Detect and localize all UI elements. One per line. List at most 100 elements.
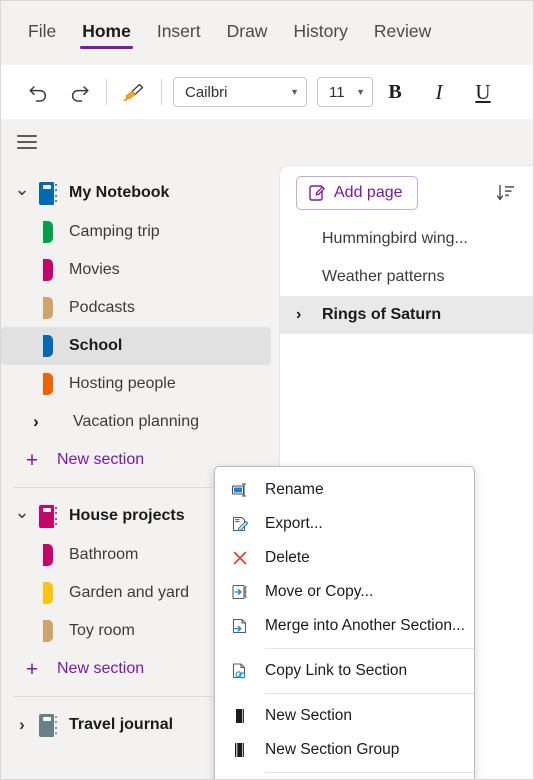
hamburger-menu-icon bbox=[17, 141, 37, 143]
tab-draw[interactable]: Draw bbox=[214, 15, 281, 51]
page-item-rings-of-saturn[interactable]: › Rings of Saturn bbox=[280, 296, 533, 334]
section-name: Camping trip bbox=[69, 223, 160, 240]
section-name: Movies bbox=[69, 261, 120, 278]
menu-item-new-section-group[interactable]: New Section Group bbox=[215, 733, 474, 767]
chevron-right-icon: › bbox=[33, 412, 39, 431]
add-page-button[interactable]: Add page bbox=[296, 176, 418, 210]
section-color-tab bbox=[43, 259, 53, 281]
page-name: Rings of Saturn bbox=[322, 306, 442, 323]
menu-separator bbox=[265, 693, 474, 694]
notebook-group: ⌄ My Notebook Camping trip Movies Podcasts Sc… bbox=[1, 173, 279, 479]
section-item-movies[interactable]: Movies bbox=[1, 251, 271, 289]
undo-icon bbox=[29, 86, 47, 102]
copy-link-icon bbox=[229, 660, 251, 682]
tab-home[interactable]: Home bbox=[69, 15, 144, 51]
tab-history[interactable]: History bbox=[280, 15, 360, 51]
ribbon-toolbar: Cailbri ▼ 11 ▼ B I U bbox=[1, 65, 533, 119]
section-name: Toy room bbox=[69, 622, 135, 639]
menu-item-copy-link-to-section[interactable]: Copy Link to Section bbox=[215, 654, 474, 688]
menu-item-label: Merge into Another Section... bbox=[265, 617, 465, 634]
font-family-select[interactable]: Cailbri ▼ bbox=[173, 77, 307, 107]
section-color-tab bbox=[43, 373, 53, 395]
section-name: Bathroom bbox=[69, 546, 139, 563]
chevron-right-icon: › bbox=[19, 715, 25, 734]
move-or-copy-icon bbox=[229, 581, 251, 603]
sort-pages-button[interactable] bbox=[491, 178, 521, 208]
new-section-label: New section bbox=[57, 660, 145, 677]
section-name: Vacation planning bbox=[73, 413, 200, 430]
delete-x-icon bbox=[229, 547, 251, 569]
notebook-header-my-notebook[interactable]: ⌄ My Notebook bbox=[1, 173, 279, 213]
section-name: Garden and yard bbox=[69, 584, 190, 601]
font-size-select[interactable]: 11 ▼ bbox=[317, 77, 373, 107]
notebook-icon bbox=[39, 181, 57, 205]
font-family-value: Cailbri bbox=[185, 83, 228, 101]
italic-button[interactable]: I bbox=[417, 73, 461, 111]
export-icon bbox=[229, 513, 251, 535]
menu-item-merge-into-another-section[interactable]: Merge into Another Section... bbox=[215, 609, 474, 643]
section-color-tab bbox=[43, 335, 53, 357]
new-section-group-icon bbox=[229, 739, 251, 761]
page-item-hummingbird-wing[interactable]: Hummingbird wing... bbox=[280, 220, 533, 258]
section-item-podcasts[interactable]: Podcasts bbox=[1, 289, 271, 327]
notebook-title: Travel journal bbox=[69, 716, 174, 733]
menu-item-label: Move or Copy... bbox=[265, 583, 374, 600]
add-page-label: Add page bbox=[334, 184, 403, 201]
notebook-title: House projects bbox=[69, 507, 185, 524]
menu-item-label: Export... bbox=[265, 515, 323, 532]
section-color-tab bbox=[43, 582, 53, 604]
underline-button[interactable]: U bbox=[461, 73, 505, 111]
undo-button[interactable] bbox=[19, 73, 59, 111]
tab-review[interactable]: Review bbox=[361, 15, 444, 51]
tab-insert[interactable]: Insert bbox=[144, 15, 214, 51]
menu-item-export[interactable]: Export... bbox=[215, 507, 474, 541]
format-painter-button[interactable] bbox=[114, 73, 154, 111]
bold-button[interactable]: B bbox=[373, 73, 417, 111]
redo-button[interactable] bbox=[59, 73, 99, 111]
page-item-weather-patterns[interactable]: Weather patterns bbox=[280, 258, 533, 296]
ribbon-tab-bar: File Home Insert Draw History Review bbox=[1, 1, 533, 65]
menu-item-rename[interactable]: Rename bbox=[215, 473, 474, 507]
section-item-hosting-people[interactable]: Hosting people bbox=[1, 365, 271, 403]
section-item-vacation-planning[interactable]: › Vacation planning bbox=[1, 403, 271, 441]
notebook-label-patch bbox=[42, 507, 51, 512]
menu-item-label: Rename bbox=[265, 481, 324, 498]
menu-item-new-section[interactable]: New Section bbox=[215, 699, 474, 733]
workspace: ⌄ My Notebook Camping trip Movies Podcasts Sc… bbox=[1, 119, 533, 779]
notebook-icon bbox=[39, 504, 57, 528]
navigation-toggle-button[interactable] bbox=[13, 129, 43, 155]
notebook-label-patch bbox=[42, 184, 51, 189]
section-context-menu: Rename Export... Delete Move or Copy... Merg… bbox=[214, 466, 475, 779]
chevron-right-icon[interactable]: › bbox=[296, 306, 312, 324]
notebook-title: My Notebook bbox=[69, 184, 170, 201]
page-name: Hummingbird wing... bbox=[322, 230, 468, 247]
section-color-tab bbox=[43, 297, 53, 319]
menu-item-label: Delete bbox=[265, 549, 310, 566]
new-page-icon bbox=[309, 185, 325, 201]
chevron-down-icon: ▼ bbox=[290, 87, 299, 97]
tab-file[interactable]: File bbox=[15, 15, 69, 51]
new-section-label: New section bbox=[57, 451, 145, 468]
plus-icon: + bbox=[25, 657, 39, 681]
chevron-down-icon: ⌄ bbox=[14, 501, 30, 522]
section-name: Podcasts bbox=[69, 299, 135, 316]
menu-item-move-or-copy[interactable]: Move or Copy... bbox=[215, 575, 474, 609]
plus-icon: + bbox=[25, 448, 39, 472]
menu-item-label: New Section bbox=[265, 707, 353, 724]
new-section-icon bbox=[229, 705, 251, 727]
chevron-down-icon: ▼ bbox=[356, 87, 365, 97]
menu-item-delete[interactable]: Delete bbox=[215, 541, 474, 575]
notebook-icon bbox=[39, 713, 57, 737]
page-pane-header: Add page bbox=[280, 166, 533, 220]
format-painter-icon bbox=[122, 83, 144, 102]
section-item-camping-trip[interactable]: Camping trip bbox=[1, 213, 271, 251]
chevron-down-icon: ⌄ bbox=[14, 178, 30, 199]
notebook-rings bbox=[54, 506, 57, 526]
section-name: School bbox=[69, 337, 123, 354]
section-item-school[interactable]: School bbox=[1, 327, 271, 365]
notebook-rings bbox=[54, 715, 57, 735]
sort-descending-icon bbox=[496, 185, 514, 201]
merge-section-icon bbox=[229, 615, 251, 637]
notebook-rings bbox=[54, 183, 57, 203]
section-name: Hosting people bbox=[69, 375, 176, 392]
